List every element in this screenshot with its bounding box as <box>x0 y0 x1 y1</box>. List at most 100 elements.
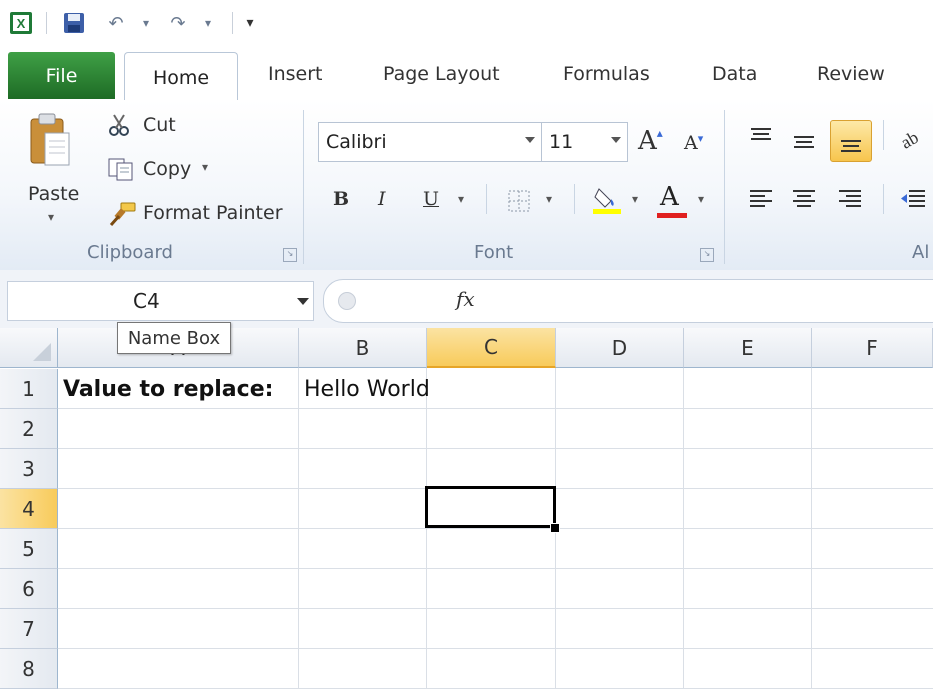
tab-data[interactable]: Data <box>712 63 757 89</box>
format-painter-button[interactable]: Format Painter <box>143 202 283 224</box>
font-size-value: 11 <box>549 131 574 153</box>
tab-home[interactable]: Home <box>124 52 238 102</box>
clipboard-dialog-launcher-icon[interactable]: ↘ <box>283 248 297 262</box>
row-header-1[interactable]: 1 <box>0 369 58 409</box>
undo-dropdown-icon[interactable]: ▾ <box>138 10 154 36</box>
column-header-b[interactable]: B <box>299 328 427 368</box>
paste-icon[interactable] <box>26 110 74 170</box>
formula-bar-buttons: fx <box>323 279 495 323</box>
svg-text:ab: ab <box>899 127 922 152</box>
ribbon-home: Paste ▾ Cut Copy ▾ Format Painter Clipbo… <box>0 100 933 271</box>
tab-formulas[interactable]: Formulas <box>563 63 650 89</box>
row-header-5[interactable]: 5 <box>0 529 58 569</box>
decrease-indent-icon[interactable] <box>898 184 928 214</box>
cell-a1[interactable]: Value to replace: <box>63 377 273 402</box>
align-middle-icon[interactable] <box>788 126 820 156</box>
name-box-tooltip: Name Box <box>117 322 231 354</box>
formula-input[interactable] <box>493 279 933 323</box>
save-icon[interactable] <box>60 10 88 36</box>
customize-qat-icon[interactable]: ▾ <box>240 10 260 36</box>
group-separator <box>724 110 725 264</box>
active-cell-c4[interactable] <box>425 486 556 528</box>
row-header-4[interactable]: 4 <box>0 489 58 529</box>
column-header-c[interactable]: C <box>427 328 556 368</box>
row-header-8[interactable]: 8 <box>0 649 58 689</box>
name-box-dropdown-icon[interactable] <box>297 298 309 305</box>
paste-dropdown-icon[interactable]: ▾ <box>48 210 54 224</box>
tab-review[interactable]: Review <box>817 63 885 89</box>
align-center-icon[interactable] <box>788 184 820 214</box>
gridline <box>58 568 933 569</box>
italic-button[interactable]: I <box>378 188 386 210</box>
tab-page-layout[interactable]: Page Layout <box>383 63 500 89</box>
column-header-d[interactable]: D <box>556 328 684 368</box>
font-name-combo[interactable]: Calibri <box>318 122 542 162</box>
tab-file[interactable]: File <box>8 52 115 99</box>
align-top-icon[interactable] <box>745 122 777 152</box>
shrink-font-icon[interactable]: A▾ <box>684 132 703 154</box>
font-name-value: Calibri <box>326 131 387 153</box>
svg-text:X: X <box>17 16 26 31</box>
fill-color-dropdown-icon[interactable]: ▾ <box>632 192 638 206</box>
alignment-separator <box>883 184 884 214</box>
alignment-group-label: Al <box>912 242 930 263</box>
row-header-2[interactable]: 2 <box>0 409 58 449</box>
font-dialog-launcher-icon[interactable]: ↘ <box>700 248 714 262</box>
align-bottom-icon[interactable] <box>830 120 872 162</box>
font-group-label: Font <box>474 242 514 263</box>
row-header-6[interactable]: 6 <box>0 569 58 609</box>
bold-button[interactable]: B <box>333 188 349 210</box>
font-color-button[interactable]: A <box>660 182 679 212</box>
align-left-icon[interactable] <box>745 184 777 214</box>
fill-color-icon[interactable] <box>590 182 624 216</box>
column-header-f[interactable]: F <box>812 328 933 368</box>
orientation-icon[interactable]: ab <box>898 124 928 154</box>
font-separator <box>574 184 575 214</box>
font-color-swatch <box>657 213 687 218</box>
align-right-icon[interactable] <box>834 184 866 214</box>
column-header-e[interactable]: E <box>684 328 812 368</box>
borders-dropdown-icon[interactable]: ▾ <box>546 192 552 206</box>
font-color-dropdown-icon[interactable]: ▾ <box>698 192 704 206</box>
cell-b1[interactable]: Hello World <box>304 377 430 402</box>
name-box-value: C4 <box>133 289 160 313</box>
redo-dropdown-icon[interactable]: ▾ <box>200 10 216 36</box>
paste-label[interactable]: Paste <box>28 183 79 205</box>
cut-button[interactable]: Cut <box>143 114 176 136</box>
font-size-dropdown-icon[interactable] <box>611 137 621 143</box>
formula-grip-icon[interactable] <box>338 292 356 310</box>
borders-icon[interactable] <box>504 186 534 216</box>
qat-separator <box>232 12 233 34</box>
name-box[interactable]: C4 <box>7 281 314 321</box>
select-all-button[interactable] <box>0 328 58 368</box>
copy-dropdown-icon[interactable]: ▾ <box>202 160 208 174</box>
cut-icon[interactable] <box>106 112 132 138</box>
font-name-dropdown-icon[interactable] <box>525 137 535 143</box>
gridline <box>58 448 933 449</box>
redo-icon[interactable]: ↷ <box>164 10 192 36</box>
alignment-separator <box>883 120 884 150</box>
font-size-combo[interactable]: 11 <box>541 122 628 162</box>
tab-insert[interactable]: Insert <box>268 63 323 89</box>
qat-separator <box>46 12 47 34</box>
format-painter-icon[interactable] <box>106 200 138 228</box>
underline-button[interactable]: U <box>423 188 439 210</box>
row-header-3[interactable]: 3 <box>0 449 58 489</box>
fill-handle[interactable] <box>550 523 560 533</box>
gridline <box>58 528 933 529</box>
group-separator <box>303 110 304 264</box>
gridline <box>58 648 933 649</box>
grow-font-icon[interactable]: A▴ <box>638 126 663 156</box>
undo-icon[interactable]: ↶ <box>102 10 130 36</box>
underline-dropdown-icon[interactable]: ▾ <box>458 192 464 206</box>
copy-button[interactable]: Copy <box>143 158 191 180</box>
gridline <box>58 608 933 609</box>
clipboard-group-label: Clipboard <box>87 242 173 263</box>
excel-logo-icon[interactable]: X <box>8 10 34 36</box>
font-separator <box>486 184 487 214</box>
gridline <box>58 408 933 409</box>
quick-access-toolbar: X ↶ ▾ ↷ ▾ ▾ <box>0 0 933 50</box>
copy-icon[interactable] <box>106 156 136 182</box>
insert-function-button[interactable]: fx <box>456 287 475 311</box>
row-header-7[interactable]: 7 <box>0 609 58 649</box>
